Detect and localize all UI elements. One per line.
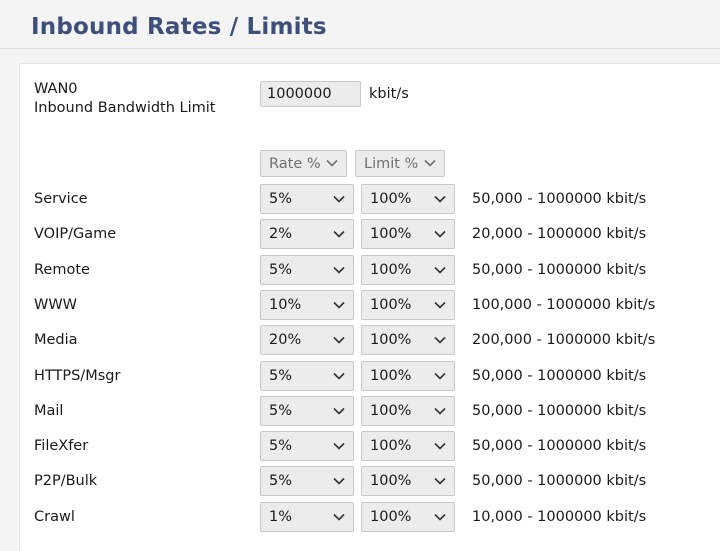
limit-percent-select[interactable]: 100%	[361, 325, 455, 356]
limit-percent-select[interactable]: 100%	[361, 360, 455, 391]
limit-percent-value: 100%	[370, 473, 412, 490]
rate-percent-select[interactable]: 2%	[260, 219, 354, 250]
limit-percent-value: 100%	[370, 191, 412, 207]
limit-percent-select[interactable]: 100%	[361, 395, 455, 426]
rate-percent-value: 5%	[269, 438, 293, 455]
limit-percent-value: 100%	[370, 508, 412, 525]
limit-percent-value: 100%	[370, 261, 412, 278]
limit-percent-value: 100%	[370, 402, 412, 419]
rate-percent-value: 5%	[269, 261, 293, 278]
rate-range-text: 20,000 - 1000000 kbit/s	[472, 226, 647, 243]
inbound-bandwidth-input[interactable]	[260, 81, 361, 107]
page-header: Inbound Rates / Limits	[0, 0, 720, 49]
rate-range-text: 50,000 - 1000000 kbit/s	[472, 473, 647, 490]
rate-percent-select[interactable]: 5%	[260, 184, 354, 214]
rate-percent-value: 1%	[269, 508, 293, 525]
rate-range-text: 50,000 - 1000000 kbit/s	[472, 438, 647, 455]
chevron-down-icon	[434, 301, 446, 309]
chevron-down-icon	[333, 443, 345, 450]
bandwidth-unit: kbit/s	[369, 86, 409, 102]
rate-percent-value: 10%	[269, 296, 302, 313]
class-label: WWW	[34, 296, 78, 313]
rate-range-text: 50,000 - 1000000 kbit/s	[472, 261, 647, 278]
class-label: Crawl	[34, 508, 75, 525]
wan-limit-label: Inbound Bandwidth Limit	[34, 100, 216, 116]
chevron-down-icon	[333, 513, 345, 521]
class-label: HTTPS/Msgr	[34, 367, 121, 384]
class-label: Service	[34, 191, 88, 207]
chevron-down-icon	[333, 372, 345, 380]
limit-percent-select[interactable]: 100%	[361, 254, 455, 285]
rate-percent-header-select[interactable]: Rate %	[260, 150, 347, 177]
wan-bandwidth-label: WAN0 Inbound Bandwidth Limit	[34, 80, 215, 118]
rate-percent-value: 5%	[269, 402, 293, 419]
rate-percent-value: 5%	[269, 367, 293, 384]
rate-range-text: 100,000 - 1000000 kbit/s	[472, 296, 656, 313]
rate-percent-select[interactable]: 5%	[260, 431, 354, 462]
class-label: Media	[34, 332, 78, 349]
rate-percent-header-label: Rate %	[269, 156, 321, 172]
rate-range-text: 200,000 - 1000000 kbit/s	[472, 332, 656, 349]
class-label: Mail	[34, 402, 64, 419]
chevron-down-icon	[434, 337, 446, 344]
wan-name: WAN0	[34, 81, 78, 97]
limit-percent-select[interactable]: 100%	[361, 466, 455, 497]
rate-range-text: 50,000 - 1000000 kbit/s	[472, 367, 647, 384]
rate-percent-select[interactable]: 5%	[260, 395, 354, 426]
rate-percent-value: 5%	[269, 473, 293, 490]
limit-percent-select[interactable]: 100%	[361, 289, 455, 320]
class-label: VOIP/Game	[34, 226, 117, 243]
rate-percent-value: 5%	[269, 191, 293, 207]
rate-percent-select[interactable]: 20%	[260, 325, 354, 356]
rate-percent-select[interactable]: 5%	[260, 360, 354, 391]
chevron-down-icon	[434, 407, 446, 415]
limit-percent-header-label: Limit %	[364, 156, 419, 172]
chevron-down-icon	[333, 301, 345, 309]
limit-percent-select[interactable]: 100%	[361, 501, 455, 532]
rate-percent-select[interactable]: 10%	[260, 289, 354, 320]
limit-percent-select[interactable]: 100%	[361, 184, 455, 214]
limit-percent-header-select[interactable]: Limit %	[355, 150, 445, 177]
chevron-down-icon	[333, 337, 345, 344]
limit-percent-value: 100%	[370, 226, 412, 243]
chevron-down-icon	[434, 266, 446, 274]
rate-range-text: 10,000 - 1000000 kbit/s	[472, 508, 647, 525]
rate-range-text: 50,000 - 1000000 kbit/s	[472, 402, 647, 419]
chevron-down-icon	[434, 231, 446, 238]
rate-percent-value: 20%	[269, 332, 302, 349]
limit-percent-select[interactable]: 100%	[361, 219, 455, 250]
page-title: Inbound Rates / Limits	[31, 14, 327, 40]
chevron-down-icon	[434, 195, 446, 203]
limit-percent-value: 100%	[370, 438, 412, 455]
rate-percent-value: 2%	[269, 226, 293, 243]
chevron-down-icon	[333, 195, 345, 203]
rate-percent-select[interactable]: 1%	[260, 501, 354, 532]
limit-percent-value: 100%	[370, 332, 412, 349]
class-label: P2P/Bulk	[34, 473, 98, 490]
chevron-down-icon	[434, 513, 446, 521]
rate-percent-select[interactable]: 5%	[260, 254, 354, 285]
chevron-down-icon	[434, 478, 446, 486]
limit-percent-value: 100%	[370, 367, 412, 384]
chevron-down-icon	[333, 407, 345, 415]
limit-percent-value: 100%	[370, 296, 412, 313]
class-label: Remote	[34, 261, 90, 278]
chevron-down-icon	[326, 159, 338, 167]
chevron-down-icon	[333, 231, 345, 238]
class-label: FileXfer	[34, 438, 89, 455]
chevron-down-icon	[424, 159, 436, 167]
limit-percent-select[interactable]: 100%	[361, 431, 455, 462]
chevron-down-icon	[434, 443, 446, 450]
chevron-down-icon	[434, 372, 446, 380]
chevron-down-icon	[333, 478, 345, 486]
rate-range-text: 50,000 - 1000000 kbit/s	[472, 191, 647, 207]
rate-percent-select[interactable]: 5%	[260, 466, 354, 497]
chevron-down-icon	[333, 266, 345, 274]
